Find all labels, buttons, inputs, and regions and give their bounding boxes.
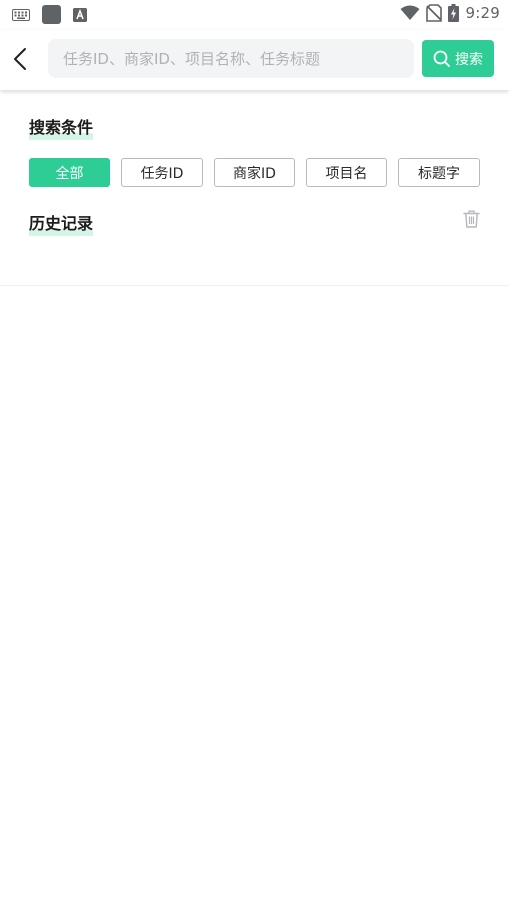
app-square-icon — [42, 5, 61, 24]
search-box[interactable] — [48, 39, 414, 78]
wifi-icon — [400, 5, 420, 20]
search-button-label: 搜索 — [455, 51, 483, 68]
criteria-chip-row: 全部 任务ID 商家ID 项目名 标题字 — [29, 158, 481, 187]
no-sim-icon — [425, 4, 442, 22]
keyboard-icon — [12, 8, 30, 21]
history-title: 历史记录 — [29, 210, 94, 236]
font-a-icon — [73, 7, 87, 22]
chevron-left-icon — [14, 48, 26, 70]
battery-charging-icon — [447, 4, 459, 22]
chip-task-id[interactable]: 任务ID — [121, 158, 203, 187]
chip-merchant-id[interactable]: 商家ID — [214, 158, 295, 187]
status-time: 9:29 — [465, 4, 500, 22]
search-input[interactable] — [48, 39, 403, 78]
search-criteria-title: 搜索条件 — [29, 114, 94, 140]
chip-title-keyword[interactable]: 标题字 — [398, 158, 480, 187]
chip-all[interactable]: 全部 — [29, 158, 110, 187]
history-divider — [0, 285, 509, 286]
back-button[interactable] — [8, 44, 32, 74]
search-button[interactable]: 搜索 — [422, 40, 494, 77]
status-bar: 9:29 — [0, 0, 509, 30]
trash-icon — [462, 210, 480, 228]
chip-project-name[interactable]: 项目名 — [306, 158, 387, 187]
status-left-icons — [12, 5, 87, 24]
clear-history-button[interactable] — [462, 209, 480, 229]
search-icon — [433, 50, 450, 67]
status-right-icons: 9:29 — [400, 4, 500, 22]
search-header: 搜索 — [0, 30, 509, 90]
